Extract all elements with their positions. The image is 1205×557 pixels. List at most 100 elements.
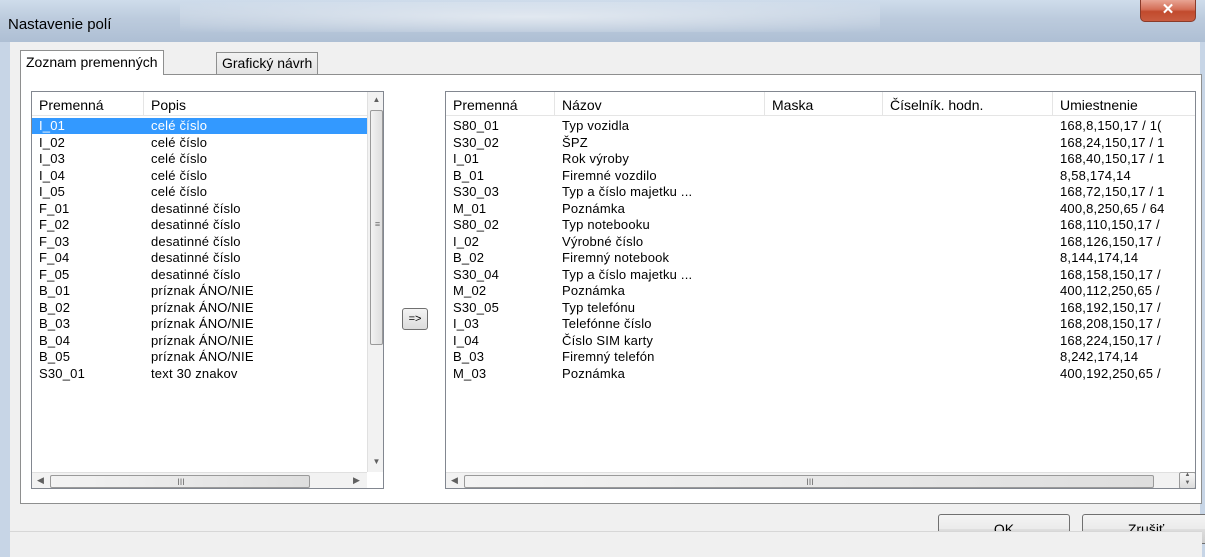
fields-list-row[interactable]: B_03 Firemný telefón 8,242,174,14 [446,349,1179,365]
fields-list-row[interactable]: S30_02 ŠPZ 168,24,150,17 / 1 [446,135,1179,151]
tab-zoznam-premennych[interactable]: Zoznam premenných [20,50,164,75]
field-mask-cell [765,349,883,365]
close-icon: ✕ [1161,1,1175,18]
tab-graficky-navrh[interactable]: Grafický návrh [216,52,319,74]
fields-list-row[interactable]: B_01 Firemné vozdilo 8,58,174,14 [446,168,1179,184]
variables-list-row[interactable]: I_01 celé číslo [32,118,367,134]
scroll-down-arrow-icon[interactable]: ▼ [368,454,383,471]
column-header-ciselnik[interactable]: Číselník. hodn. [883,92,1053,116]
field-variable-cell: I_02 [453,233,480,249]
fields-list-row[interactable]: M_01 Poznámka 400,8,250,65 / 64 [446,201,1179,217]
field-variable-cell: I_01 [453,151,480,166]
variables-list-row[interactable]: F_04 desatinné číslo [32,250,367,266]
variables-list-row[interactable]: B_05 príznak ÁNO/NIE [32,349,367,365]
fields-list-hscrollbar[interactable]: ◀ III [446,472,1179,488]
variable-name-cell: S30_01 [39,365,86,381]
scroll-left-arrow-icon[interactable]: ◀ [446,473,463,488]
title-bar[interactable]: Nastavenie polí ✕ [0,0,1205,42]
field-position-cell: 168,158,150,17 / [1060,266,1161,282]
column-header-nazov[interactable]: Názov [555,92,765,116]
variables-list-row[interactable]: I_03 celé číslo [32,151,367,167]
fields-list-row[interactable]: I_04 Číslo SIM karty 168,224,150,17 / [446,333,1179,349]
variables-list-row[interactable]: B_03 príznak ÁNO/NIE [32,316,367,332]
variables-list-row[interactable]: F_03 desatinné číslo [32,234,367,250]
fields-list-spin[interactable]: ▲ ▼ [1179,472,1195,488]
variables-list[interactable]: Premenná Popis I_01 celé číslo I_02 celé čí… [31,91,384,489]
column-header-popis[interactable]: Popis [144,92,367,116]
field-position-cell: 400,192,250,65 / [1060,365,1161,381]
variables-list-row[interactable]: F_02 desatinné číslo [32,217,367,233]
field-name-cell: Typ notebooku [562,217,650,232]
variables-list-row[interactable]: B_01 príznak ÁNO/NIE [32,283,367,299]
variable-description-cell: desatinné číslo [151,200,241,216]
variable-name-cell: B_01 [39,283,71,298]
variable-description-cell: celé číslo [151,184,208,199]
column-header-premenna[interactable]: Premenná [446,92,555,116]
fields-list-row[interactable]: S30_05 Typ telefónu 168,192,150,17 / [446,300,1179,316]
field-mask-cell [765,151,883,167]
move-right-button[interactable]: => [402,308,428,330]
fields-list[interactable]: Premenná Názov Maska Číselník. hodn. Umi… [445,91,1196,489]
fields-list-row[interactable]: S80_02 Typ notebooku 168,110,150,17 / [446,217,1179,233]
fields-list-row[interactable]: I_03 Telefónne číslo 168,208,150,17 / [446,316,1179,332]
fields-list-row[interactable]: M_02 Poznámka 400,112,250,65 / [446,283,1179,299]
variable-description-cell: príznak ÁNO/NIE [151,316,254,331]
variable-name-cell: B_03 [39,316,71,331]
field-codelist-cell [883,234,1053,250]
field-name-cell: ŠPZ [562,134,588,150]
scroll-grip-icon: ≡ [374,219,381,229]
hscroll-thumb[interactable]: III [50,475,310,488]
variable-name-cell: F_02 [39,217,70,232]
scroll-left-arrow-icon[interactable]: ◀ [32,473,49,488]
field-name-cell: Firemný notebook [562,250,670,265]
field-name-cell: Telefónne číslo [562,316,652,331]
fields-list-row[interactable]: I_02 Výrobné číslo 168,126,150,17 / [446,234,1179,250]
variable-name-cell: F_03 [39,233,70,249]
spin-up-icon[interactable]: ▲ [1180,472,1195,478]
fields-list-row[interactable]: S80_01 Typ vozidla 168,8,150,17 / 1( [446,118,1179,134]
fields-list-row[interactable]: I_01 Rok výroby 168,40,150,17 / 1 [446,151,1179,167]
dialog-body: Zoznam premenných Grafický návrh Premenn… [10,42,1205,557]
field-variable-cell: S80_02 [453,217,500,232]
variables-list-row[interactable]: F_05 desatinné číslo [32,267,367,283]
fields-list-row[interactable]: S30_04 Typ a číslo majetku ... 168,158,150… [446,267,1179,283]
variable-name-cell: F_05 [39,266,70,282]
variables-list-row[interactable]: I_04 celé číslo [32,168,367,184]
scroll-thumb[interactable]: ≡ [370,110,383,345]
title-bar-glow [180,2,880,32]
field-name-cell: Firemný telefón [562,349,655,364]
field-position-cell: 8,144,174,14 [1060,250,1139,265]
field-position-cell: 400,112,250,65 / [1060,283,1160,298]
field-variable-cell: I_04 [453,332,480,348]
field-name-cell: Typ telefónu [562,299,636,315]
fields-list-row[interactable]: S30_03 Typ a číslo majetku ... 168,72,150,… [446,184,1179,200]
variable-description-cell: celé číslo [151,134,208,150]
column-header-maska[interactable]: Maska [765,92,883,116]
field-name-cell: Poznámka [562,200,626,216]
field-name-cell: Výrobné číslo [562,233,644,249]
variable-name-cell: B_04 [39,332,71,348]
variables-list-hscrollbar[interactable]: ◀ III ▶ [32,472,367,488]
scroll-right-arrow-icon[interactable]: ▶ [348,473,365,488]
field-position-cell: 8,58,174,14 [1060,167,1131,183]
variable-description-cell: desatinné číslo [151,217,241,232]
column-header-premenna[interactable]: Premenná [32,92,144,116]
variable-name-cell: I_02 [39,134,66,150]
fields-list-row[interactable]: B_02 Firemný notebook 8,144,174,14 [446,250,1179,266]
variables-list-row[interactable]: S30_01 text 30 znakov [32,366,367,382]
variables-list-row[interactable]: I_05 celé číslo [32,184,367,200]
spin-down-icon[interactable]: ▼ [1180,480,1195,486]
variables-list-vscrollbar[interactable]: ▲ ≡ ▼ [367,92,383,472]
fields-list-row[interactable]: M_03 Poznámka 400,192,250,65 / [446,366,1179,382]
scroll-up-arrow-icon[interactable]: ▲ [368,92,383,109]
field-name-cell: Typ a číslo majetku ... [562,266,693,282]
field-variable-cell: S80_01 [453,118,500,133]
variables-list-row[interactable]: B_04 príznak ÁNO/NIE [32,333,367,349]
variables-list-row[interactable]: I_02 celé číslo [32,135,367,151]
hscroll-thumb[interactable]: III [464,475,1154,488]
close-button[interactable]: ✕ [1140,0,1196,22]
field-position-cell: 168,72,150,17 / 1 [1060,184,1165,199]
column-header-umiestnenie[interactable]: Umiestnenie [1053,92,1195,116]
variables-list-row[interactable]: F_01 desatinné číslo [32,201,367,217]
variables-list-row[interactable]: B_02 príznak ÁNO/NIE [32,300,367,316]
